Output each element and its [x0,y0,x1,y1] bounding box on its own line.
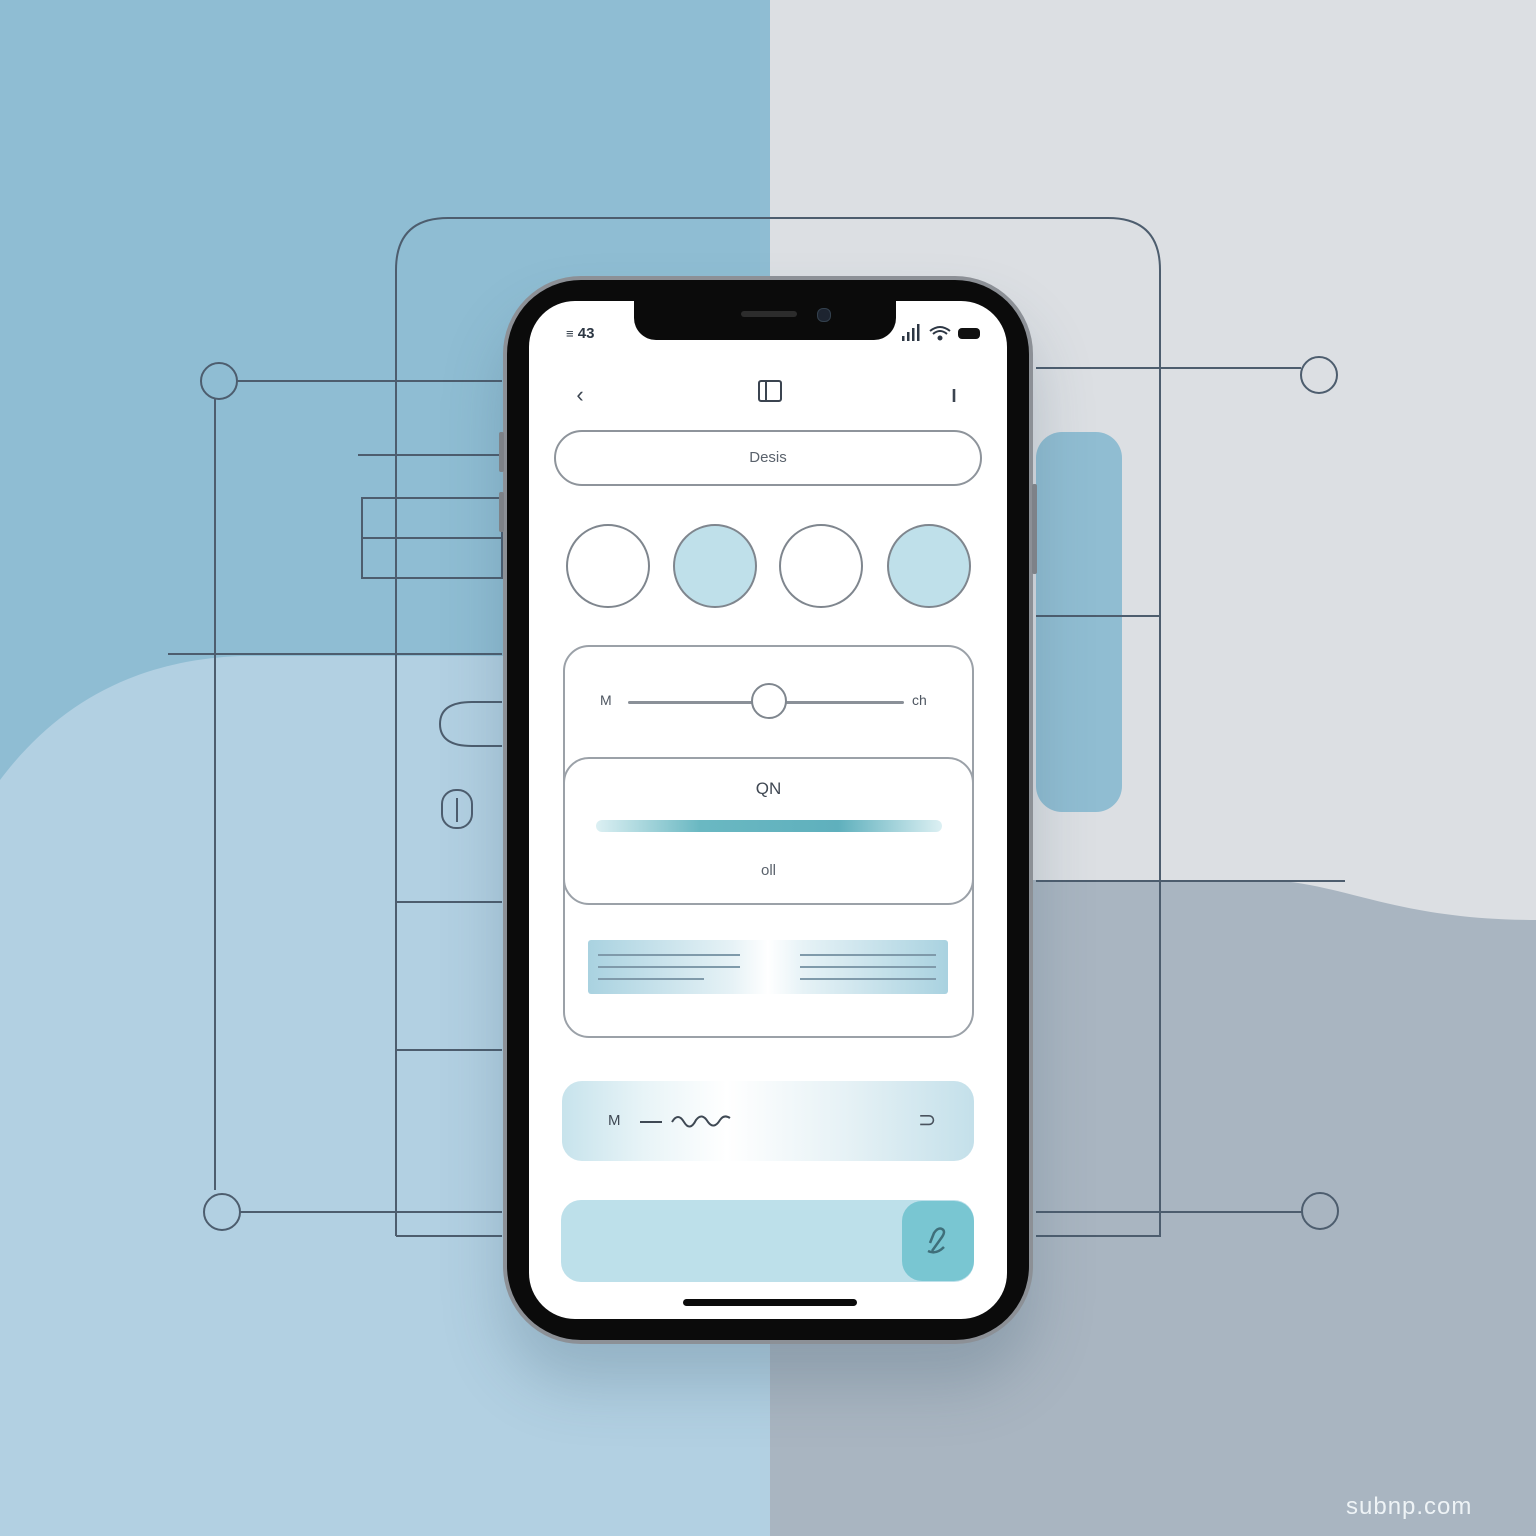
waveform-icon [640,1115,731,1128]
signal-icon [902,324,920,341]
list-line [598,966,740,968]
panel-title: QN [755,779,782,798]
audio-row-label: M [608,1112,621,1129]
more-menu-button[interactable]: I [944,382,964,410]
option-circle[interactable] [566,524,650,608]
back-button[interactable]: ‹ [568,380,592,410]
list-line [598,954,740,956]
slider-min-label: M [600,692,612,708]
battery-icon [958,328,980,339]
option-circle[interactable] [887,524,971,608]
panel-sub-label: oll [760,862,776,879]
status-icons [902,324,980,341]
volume-button [499,492,504,532]
list-line [800,954,936,956]
panel-progress-bar [596,820,942,832]
wifi-icon [929,326,951,341]
chevron-left-icon: ‹ [576,382,584,407]
list-line [598,978,704,980]
list-icon: ≡ [566,326,574,341]
power-button [1032,484,1037,574]
home-indicator [683,1299,857,1306]
list-line [800,978,936,980]
speaker [741,311,797,317]
slider-max-label: ch [912,692,927,708]
row-chevron-icon[interactable]: ⊃ [918,1107,936,1133]
audio-row[interactable] [562,1081,974,1161]
book-icon[interactable] [755,376,785,406]
option-circle[interactable] [779,524,863,608]
camera-icon [817,308,831,322]
list-preview [588,940,948,994]
search-input[interactable]: Desis [554,430,982,486]
status-time-text: 43 [577,325,595,342]
list-line [800,966,936,968]
status-time: ≡ 43 [566,325,594,342]
volume-button [499,432,504,472]
watermark: subnp.com [1346,1493,1473,1520]
slider-thumb[interactable] [751,683,787,719]
voice-button[interactable] [902,1201,974,1281]
option-circle[interactable] [673,524,757,608]
microphone-icon [927,1227,946,1254]
notch [634,296,896,340]
